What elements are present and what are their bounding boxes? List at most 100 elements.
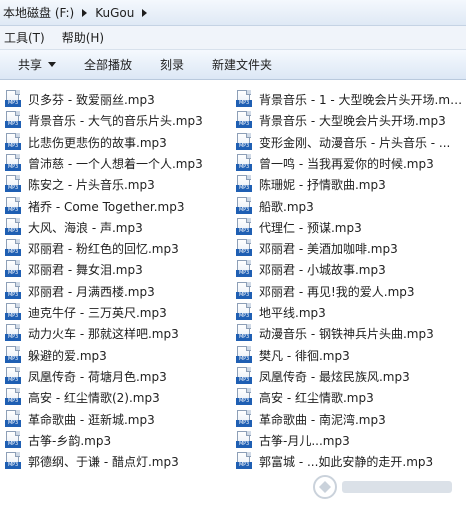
explorer-window: 本地磁盘 (F:) KuGou 工具(T) 帮助(H) 共享 全部播放 刻录 新…	[0, 0, 466, 508]
mp3-file-icon: MP3	[5, 345, 21, 365]
file-name: 古筝-乡韵.mp3	[28, 433, 112, 448]
file-item[interactable]: MP3 古筝-乡韵.mp3	[5, 430, 231, 451]
breadcrumb-drive[interactable]: 本地磁盘 (F:)	[3, 4, 74, 21]
file-item[interactable]: MP3 褚乔 - Come Together.mp3	[5, 196, 231, 217]
file-item[interactable]: MP3 郭富城 - ...如此安静的走开.mp3	[236, 451, 464, 472]
file-item[interactable]: MP3 古筝-月儿...mp3	[236, 430, 464, 451]
mp3-file-icon: MP3	[5, 388, 21, 407]
file-name: 迪克牛仔 - 三万英尺.mp3	[28, 306, 167, 320]
file-item[interactable]: MP3 邓丽君 - 美酒加咖啡.mp3	[236, 238, 464, 259]
file-item[interactable]: MP3 邓丽君 - 再见!我的爱人.mp3	[236, 281, 464, 302]
file-item[interactable]: MP3 高安 - 红尘情歌.mp3	[236, 387, 464, 408]
menu-tools[interactable]: 工具(T)	[4, 29, 45, 46]
file-name: 船歌.mp3	[259, 199, 314, 214]
file-item[interactable]: MP3 大风、海浪 - 声.mp3	[5, 217, 231, 238]
file-name: 高安 - 红尘情歌(2).mp3	[28, 391, 160, 406]
mp3-file-icon: MP3	[236, 452, 252, 471]
file-item[interactable]: MP3 凤凰传奇 - 荷塘月色.mp3	[5, 366, 231, 387]
file-item[interactable]: MP3 革命歌曲 - 南泥湾.mp3	[236, 409, 464, 430]
menu-help[interactable]: 帮助(H)	[62, 29, 104, 46]
mp3-file-icon: MP3	[236, 175, 252, 194]
file-item[interactable]: MP3 躲避的爱.mp3	[5, 345, 231, 366]
file-item[interactable]: MP3 背景音乐 - 大气的音乐片头.mp3	[5, 110, 231, 131]
file-item[interactable]: MP3 郭德纲、于谦 - 醋点灯.mp3	[5, 451, 231, 472]
file-item[interactable]: MP3 动力火车 - 那就这样吧.mp3	[5, 323, 231, 344]
file-name: 邓丽君 - 再见!我的爱人.mp3	[259, 284, 415, 299]
file-item[interactable]: MP3 背景音乐 - 大型晚会片头开场.mp3	[236, 110, 464, 131]
breadcrumb-arrow-icon[interactable]	[142, 8, 148, 17]
file-name: 躲避的爱.mp3	[28, 348, 107, 363]
burn-button[interactable]: 刻录	[160, 56, 184, 73]
file-name: 邓丽君 - 小城故事.mp3	[259, 263, 386, 278]
new-folder-button[interactable]: 新建文件夹	[212, 56, 272, 73]
file-name: 变形金刚、动漫音乐 - 片头音乐 - ...	[259, 135, 451, 150]
file-name: 背景音乐 - 1 - 大型晚会片头开场.mp3	[259, 93, 464, 107]
mp3-file-icon: MP3	[5, 239, 21, 258]
file-name: 贝多芬 - 致爱丽丝.mp3	[28, 93, 155, 107]
mp3-file-icon: MP3	[236, 90, 252, 109]
mp3-file-icon: MP3	[236, 366, 252, 386]
mp3-file-icon: MP3	[236, 132, 252, 152]
breadcrumb-arrow-icon[interactable]	[82, 8, 88, 17]
file-item[interactable]: MP3 贝多芬 - 致爱丽丝.mp3	[5, 89, 231, 110]
file-item[interactable]: MP3 邓丽君 - 月满西楼.mp3	[5, 281, 231, 302]
file-item[interactable]: MP3 凤凰传奇 - 最炫民族风.mp3	[236, 366, 464, 387]
file-item[interactable]: MP3 比悲伤更悲伤的故事.mp3	[5, 132, 231, 153]
mp3-file-icon: MP3	[5, 132, 21, 152]
file-item[interactable]: MP3 革命歌曲 - 逛新城.mp3	[5, 409, 231, 430]
mp3-file-icon: MP3	[236, 111, 252, 130]
file-name: 革命歌曲 - 南泥湾.mp3	[259, 412, 386, 427]
file-item[interactable]: MP3 樊凡 - 徘徊.mp3	[236, 345, 464, 366]
file-item[interactable]: MP3 迪克牛仔 - 三万英尺.mp3	[5, 302, 231, 323]
mp3-file-icon: MP3	[5, 281, 21, 301]
file-name: 高安 - 红尘情歌.mp3	[259, 391, 374, 406]
file-item[interactable]: MP3 曾一鸣 - 当我再爱你的时候.mp3	[236, 153, 464, 174]
mp3-file-icon: MP3	[5, 324, 21, 343]
file-name: 比悲伤更悲伤的故事.mp3	[28, 135, 167, 150]
file-name: 郭富城 - ...如此安静的走开.mp3	[259, 455, 434, 470]
file-item[interactable]: MP3 陈安之 - 片头音乐.mp3	[5, 174, 231, 195]
file-item[interactable]: MP3 邓丽君 - 粉红色的回忆.mp3	[5, 238, 231, 259]
file-item[interactable]: MP3 变形金刚、动漫音乐 - 片头音乐 - ...	[236, 132, 464, 153]
share-button[interactable]: 共享	[18, 56, 57, 73]
mp3-file-icon: MP3	[236, 217, 252, 237]
file-item[interactable]: MP3 背景音乐 - 1 - 大型晚会片头开场.mp3	[236, 89, 464, 110]
file-name: 大风、海浪 - 声.mp3	[28, 220, 143, 235]
file-item[interactable]: MP3 曾沛慈 - 一个人想着一个人.mp3	[5, 153, 231, 174]
file-item[interactable]: MP3 陈珊妮 - 抒情歌曲.mp3	[236, 174, 464, 195]
file-name: 地平线.mp3	[259, 306, 326, 320]
file-item[interactable]: MP3 动漫音乐 - 钢铁神兵片头曲.mp3	[236, 323, 464, 344]
file-name: 代理仁 - 预谋.mp3	[259, 220, 362, 235]
mp3-file-icon: MP3	[5, 260, 21, 279]
file-item[interactable]: MP3 高安 - 红尘情歌(2).mp3	[5, 387, 231, 408]
mp3-file-icon: MP3	[236, 239, 252, 258]
mp3-file-icon: MP3	[236, 281, 252, 301]
address-bar[interactable]: 本地磁盘 (F:) KuGou	[0, 0, 466, 26]
file-item[interactable]: MP3 邓丽君 - 小城故事.mp3	[236, 259, 464, 280]
mp3-file-icon: MP3	[236, 430, 252, 450]
file-item[interactable]: MP3 代理仁 - 预谋.mp3	[236, 217, 464, 238]
file-name: 邓丽君 - 粉红色的回忆.mp3	[28, 242, 179, 257]
file-name: 古筝-月儿...mp3	[259, 433, 350, 448]
file-name: 樊凡 - 徘徊.mp3	[259, 348, 350, 363]
mp3-file-icon: MP3	[5, 217, 21, 237]
file-name: 邓丽君 - 月满西楼.mp3	[28, 284, 155, 299]
mp3-file-icon: MP3	[236, 409, 252, 429]
play-all-button[interactable]: 全部播放	[84, 56, 132, 73]
breadcrumb-folder[interactable]: KuGou	[95, 6, 134, 20]
file-item[interactable]: MP3 船歌.mp3	[236, 196, 464, 217]
mp3-file-icon: MP3	[5, 303, 21, 322]
mp3-file-icon: MP3	[236, 196, 252, 216]
mp3-file-icon: MP3	[5, 111, 21, 130]
file-name: 背景音乐 - 大型晚会片头开场.mp3	[259, 114, 446, 129]
file-name: 曾一鸣 - 当我再爱你的时候.mp3	[259, 156, 434, 171]
file-name: 动漫音乐 - 钢铁神兵片头曲.mp3	[259, 327, 434, 342]
file-name: 陈安之 - 片头音乐.mp3	[28, 178, 155, 193]
menu-bar: 工具(T) 帮助(H)	[0, 26, 466, 50]
file-name: 陈珊妮 - 抒情歌曲.mp3	[259, 178, 386, 193]
file-item[interactable]: MP3 邓丽君 - 舞女泪.mp3	[5, 259, 231, 280]
file-item[interactable]: MP3 地平线.mp3	[236, 302, 464, 323]
mp3-file-icon: MP3	[5, 196, 21, 216]
file-list: MP3 贝多芬 - 致爱丽丝.mp3 MP3 背景音乐 - 大气的音乐片头.mp3 MP…	[0, 88, 466, 508]
share-label: 共享	[18, 58, 43, 72]
